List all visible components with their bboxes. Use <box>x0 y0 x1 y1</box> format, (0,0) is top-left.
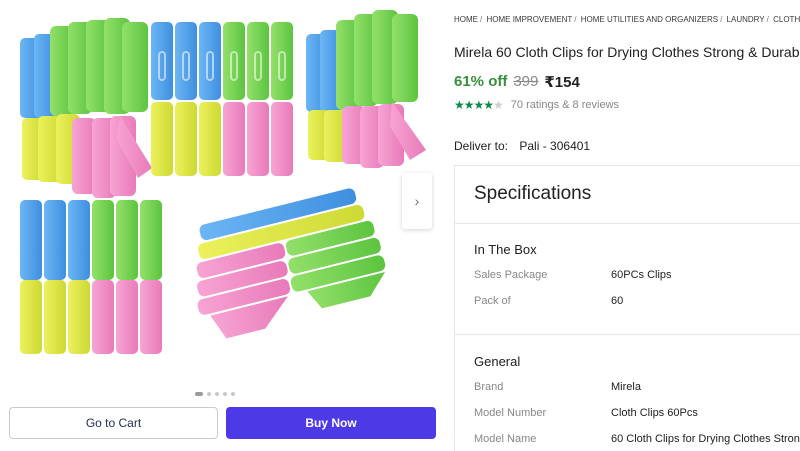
deliver-to-label: Deliver to: <box>454 139 509 153</box>
spec-section-title: In The Box <box>474 242 537 257</box>
specifications-card: Specifications In The Box Sales Package … <box>454 165 800 451</box>
clips-photo <box>20 10 426 354</box>
next-image-button[interactable]: › <box>402 173 432 229</box>
product-page: › Go to Cart Buy Now HOME / HOME IMPROVEM… <box>0 0 800 451</box>
clip-group-e <box>196 188 386 339</box>
ratings-count: 70 ratings & 8 reviews <box>510 99 620 111</box>
pagination-dot[interactable] <box>231 392 235 396</box>
selling-price: ₹154 <box>544 74 580 91</box>
divider <box>455 223 800 224</box>
product-image[interactable] <box>8 0 438 395</box>
spec-key: Brand <box>474 381 504 393</box>
spec-key: Model Number <box>474 407 547 419</box>
spec-value: Cloth Clips 60Pcs <box>611 407 698 419</box>
product-details: HOME / HOME IMPROVEMENT / HOME UTILITIES A… <box>444 0 800 451</box>
spec-value: Mirela <box>611 381 641 393</box>
breadcrumb-item[interactable]: HOME <box>454 15 478 24</box>
spec-key: Pack of <box>474 295 511 307</box>
original-price: 399 <box>513 73 539 90</box>
pagination-dot[interactable] <box>195 392 203 396</box>
price-block: 61% off 399 ₹154 <box>454 73 580 91</box>
breadcrumb-item[interactable]: CLOTH CLIPS <box>773 15 800 24</box>
spec-value: 60PCs Clips <box>611 269 672 281</box>
pagination-dot[interactable] <box>215 392 219 396</box>
pagination-dot[interactable] <box>207 392 211 396</box>
specifications-heading: Specifications <box>474 183 592 204</box>
buy-now-button[interactable]: Buy Now <box>226 407 436 439</box>
spec-key: Sales Package <box>474 269 548 281</box>
star-rating-icon: ★★★★★ <box>454 98 504 112</box>
rating-summary[interactable]: ★★★★★ 70 ratings & 8 reviews <box>454 98 619 112</box>
spec-section-title: General <box>474 354 521 369</box>
spec-value: 60 Cloth Clips for Drying Clothes Strong <box>611 433 800 445</box>
chevron-right-icon: › <box>414 193 420 209</box>
breadcrumb-item[interactable]: HOME IMPROVEMENT <box>486 15 572 24</box>
delivery-location[interactable]: Deliver to: Pali - 306401 <box>454 139 590 153</box>
clip-group-b <box>151 22 293 176</box>
product-title: Mirela 60 Cloth Clips for Drying Clothes… <box>454 44 800 60</box>
spec-value: 60 <box>611 295 624 307</box>
clip-group-d <box>20 200 162 354</box>
clip-group-c <box>306 10 426 168</box>
breadcrumb-item[interactable]: LAUNDRY <box>727 15 765 24</box>
image-pagination <box>195 392 235 396</box>
product-gallery: › Go to Cart Buy Now <box>0 0 444 451</box>
discount-percent: 61% off <box>454 73 508 90</box>
delivery-pincode: Pali - 306401 <box>519 139 591 153</box>
spec-key: Model Name <box>474 433 537 445</box>
breadcrumb: HOME / HOME IMPROVEMENT / HOME UTILITIES A… <box>454 15 800 24</box>
go-to-cart-button[interactable]: Go to Cart <box>9 407 218 439</box>
breadcrumb-item[interactable]: HOME UTILITIES AND ORGANIZERS <box>581 15 718 24</box>
divider <box>455 334 800 335</box>
pagination-dot[interactable] <box>223 392 227 396</box>
clip-group-a <box>20 18 152 198</box>
